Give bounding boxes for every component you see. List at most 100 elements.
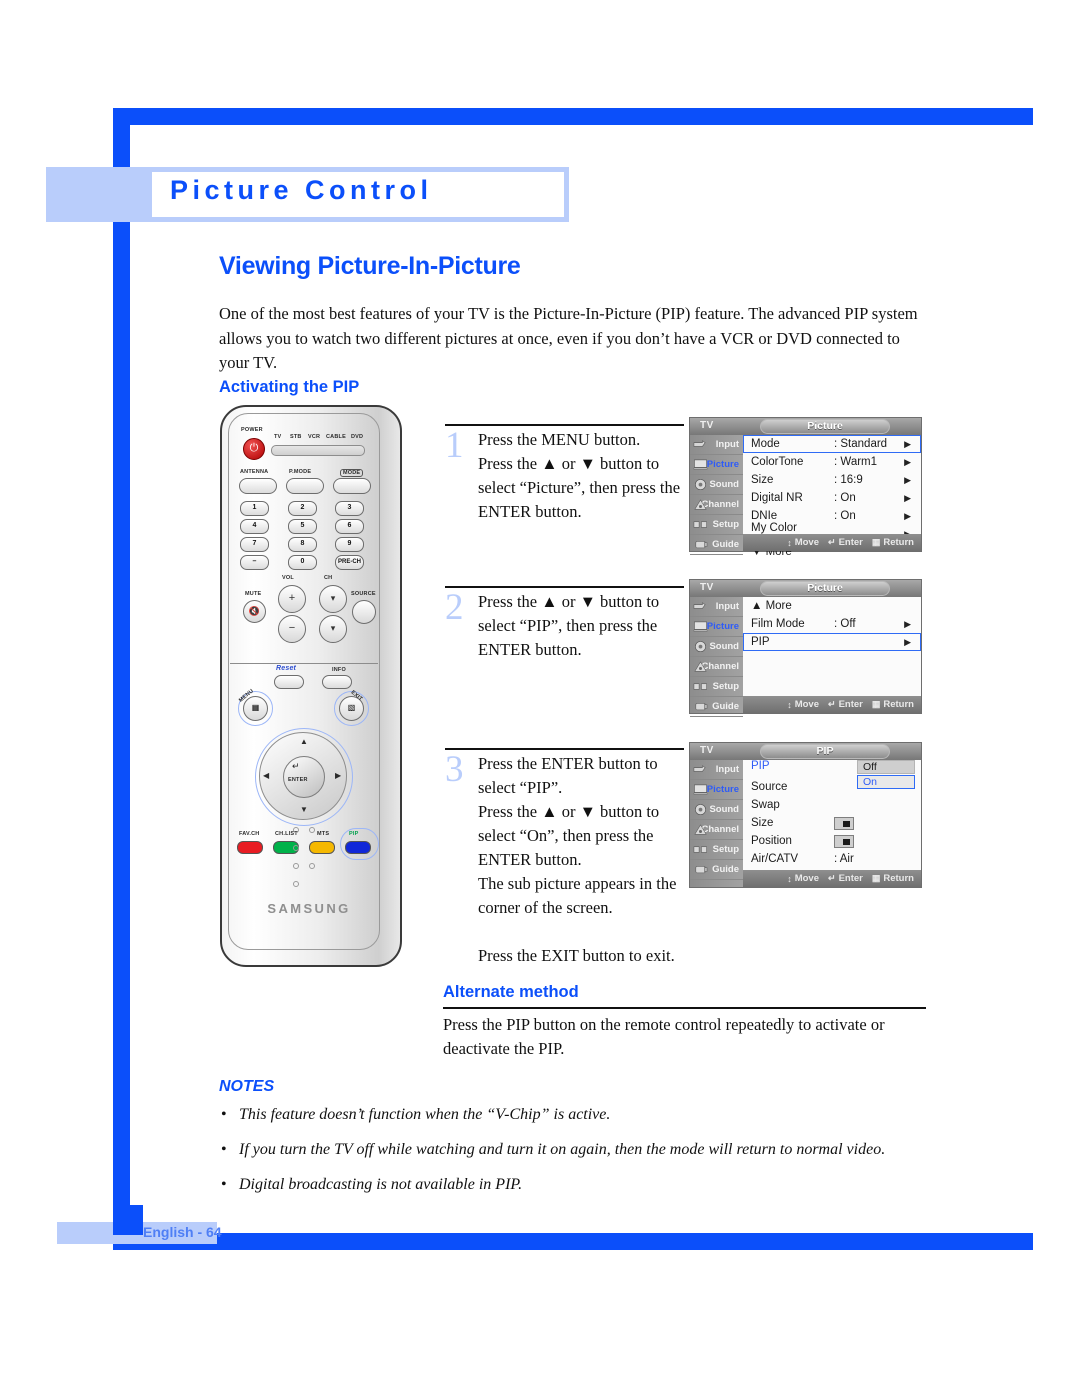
source-label: SOURCE [351, 591, 376, 597]
osd-row[interactable]: ColorTone : Warm1 ▶ [743, 453, 921, 471]
favch-button[interactable] [237, 841, 263, 854]
osd-sidebar-item-guide[interactable]: Guide [690, 860, 743, 880]
page-frame-left [113, 108, 130, 1250]
pip-position-icon[interactable] [834, 834, 854, 848]
dpad-up-icon[interactable]: ▲ [300, 737, 308, 746]
key-0[interactable]: 0 [288, 555, 317, 570]
osd-sidebar-item-guide[interactable]: Guide [690, 697, 743, 717]
key-4[interactable]: 4 [240, 519, 269, 534]
key-6[interactable]: 6 [335, 519, 364, 534]
osd-sidebar-label: Setup [712, 681, 739, 692]
chevron-right-icon: ▶ [904, 618, 911, 629]
reset-button[interactable] [274, 675, 304, 689]
step-3-rule [445, 748, 684, 750]
osd-row-key: ▲ More [751, 600, 792, 612]
info-button[interactable] [322, 675, 352, 689]
key-1[interactable]: 1 [240, 501, 269, 516]
osd-row[interactable]: Film Mode : Off ▶ [743, 615, 921, 633]
osd-screen-picture-menu-2[interactable]: TV Picture Input Picture Sound Channel S… [689, 579, 922, 717]
key-dash[interactable]: – [240, 555, 269, 570]
dpad-left-icon[interactable]: ◀ [263, 771, 269, 780]
hint-move: ↕ Move [787, 699, 820, 710]
step-3-text: Press the ENTER button to select “PIP”. … [478, 754, 677, 965]
osd-sidebar-item-sound[interactable]: Sound [690, 800, 743, 820]
osd-row-key: Size [751, 474, 774, 486]
hint-enter: ↵ Enter [828, 537, 863, 548]
pip-button[interactable] [345, 841, 371, 854]
osd-sidebar-item-channel[interactable]: Channel [690, 495, 743, 515]
key-2[interactable]: 2 [288, 501, 317, 516]
osd-row-key: Size [751, 817, 774, 829]
key-3[interactable]: 3 [335, 501, 364, 516]
osd-sidebar-item-input[interactable]: Input [690, 435, 743, 455]
osd-sidebar-label: Picture [706, 621, 739, 632]
mute-button[interactable]: 🔇 [243, 600, 266, 623]
source-button[interactable] [352, 600, 376, 624]
key-5[interactable]: 5 [288, 519, 317, 534]
power-button[interactable]: ⏻ [243, 438, 265, 460]
notes-heading: NOTES [219, 1078, 275, 1095]
osd-sidebar-item-input[interactable]: Input [690, 597, 743, 617]
osd-row[interactable]: ▲ More [743, 597, 921, 615]
osd-screen-picture-menu-1[interactable]: TV Picture Input Picture Sound Channel S… [689, 417, 922, 558]
osd-sidebar-item-setup[interactable]: Setup [690, 515, 743, 535]
osd-option-off[interactable]: Off [857, 760, 915, 774]
channel-icon [693, 823, 708, 836]
osd-sidebar-item-channel[interactable]: Channel [690, 657, 743, 677]
dpad-down-icon[interactable]: ▼ [300, 805, 308, 814]
osd-row[interactable]: PIP ▶ [743, 633, 921, 651]
osd-sidebar-item-setup[interactable]: Setup [690, 677, 743, 697]
osd-row[interactable]: Source [743, 778, 921, 796]
osd-row-value: : On [834, 510, 856, 522]
osd-title-pill: Picture [760, 419, 890, 434]
osd-sidebar-item-sound[interactable]: Sound [690, 637, 743, 657]
enter-key-icon: ↵ [828, 699, 836, 709]
updown-arrow-icon: ↕ [787, 537, 792, 548]
osd-row[interactable]: Mode : Standard ▶ [743, 435, 921, 453]
volume-down-button[interactable]: − [278, 615, 306, 643]
osd-sidebar-item-guide[interactable]: Guide [690, 535, 743, 555]
osd-row[interactable]: Size [743, 814, 921, 832]
key-7[interactable]: 7 [240, 537, 269, 552]
ch-label: CH [324, 575, 333, 581]
osd-row[interactable]: PIP Off On [743, 760, 921, 789]
osd-sidebar-item-picture[interactable]: Picture [690, 617, 743, 637]
pmode-button[interactable] [286, 478, 324, 494]
dpad-right-icon[interactable]: ▶ [335, 771, 341, 780]
channel-up-button[interactable]: ▾ [319, 585, 347, 613]
mode-label: MODE [340, 469, 364, 477]
osd-row-key: Swap [751, 799, 780, 811]
key-9[interactable]: 9 [335, 537, 364, 552]
osd-screen-pip-menu[interactable]: TV PIP Input Picture Sound Channel Setup… [689, 742, 922, 888]
step-2-text: Press the ▲ or ▼ button to select “PIP”,… [478, 592, 660, 659]
volume-up-button[interactable]: + [278, 585, 306, 613]
osd-row[interactable]: Size : 16:9 ▶ [743, 471, 921, 489]
antenna-button[interactable] [239, 478, 277, 494]
osd-sidebar-item-picture[interactable]: Picture [690, 780, 743, 800]
osd-hint-bar: ↕ Move ↵ Enter ▦ Return [743, 870, 921, 887]
mode-button[interactable] [333, 478, 371, 494]
step-2-number: 2 [445, 587, 464, 628]
osd-sidebar-item-picture[interactable]: Picture [690, 455, 743, 475]
osd-content-panel: Mode : Standard ▶ ColorTone : Warm1 ▶ Size… [743, 435, 921, 558]
osd-sidebar-item-setup[interactable]: Setup [690, 840, 743, 860]
menu-button[interactable]: ▦ [243, 696, 268, 721]
hint-move: ↕ Move [787, 537, 820, 548]
sound-icon [693, 640, 708, 653]
sound-icon [693, 803, 708, 816]
key-prech[interactable]: PRE-CH [335, 555, 364, 570]
pip-size-icon[interactable] [834, 816, 854, 830]
direction-pad[interactable]: ▲ ▼ ◀ ▶ ↵ ENTER [259, 732, 347, 820]
setup-icon [693, 843, 708, 856]
osd-row[interactable]: Swap [743, 796, 921, 814]
key-8[interactable]: 8 [288, 537, 317, 552]
step-2-rule [445, 586, 684, 588]
osd-row[interactable]: Position [743, 832, 921, 850]
channel-down-button[interactable]: ▾ [319, 615, 347, 643]
osd-row[interactable]: Air/CATV : Air [743, 850, 921, 868]
osd-sidebar-item-channel[interactable]: Channel [690, 820, 743, 840]
osd-row[interactable]: Digital NR : On ▶ [743, 489, 921, 507]
reset-label: Reset [276, 665, 297, 672]
osd-sidebar-item-sound[interactable]: Sound [690, 475, 743, 495]
osd-sidebar-item-input[interactable]: Input [690, 760, 743, 780]
